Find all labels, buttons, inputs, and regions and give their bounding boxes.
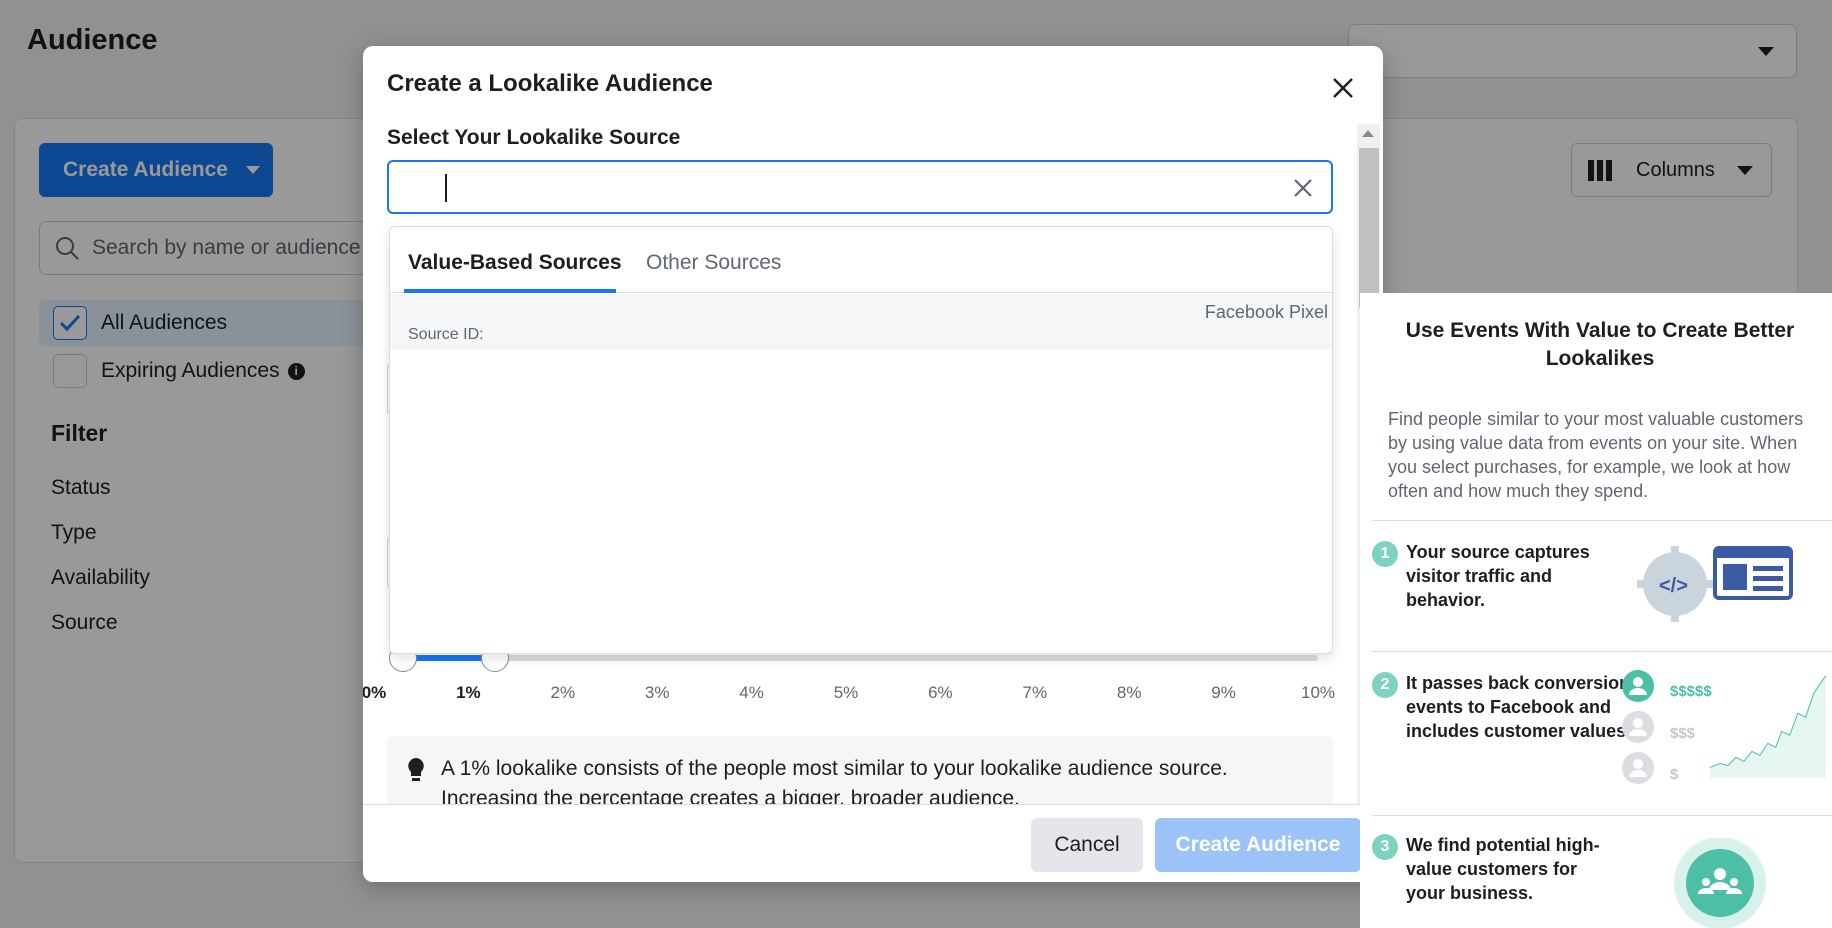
step-number-2: 2 — [1372, 672, 1398, 698]
close-icon — [1333, 78, 1353, 98]
step-text-2: It passes back conversion events to Face… — [1406, 673, 1632, 741]
source-type: Facebook Pixel — [1204, 302, 1328, 322]
tab-other-sources[interactable]: Other Sources — [646, 251, 781, 275]
step-number-3: 3 — [1372, 834, 1398, 860]
slider-tick-label: 4% — [739, 683, 764, 702]
tab-value-based-sources[interactable]: Value-Based Sources — [408, 251, 622, 275]
slider-tick-label: 8% — [1116, 683, 1142, 702]
slider-tick-label: 5% — [833, 683, 859, 702]
create-audience-submit-button[interactable]: Create Audience — [1155, 818, 1361, 872]
source-section-label: Select Your Lookalike Source — [387, 126, 681, 149]
lookalike-modal: Create a Lookalike Audience Select Your … — [363, 46, 1383, 882]
clear-input-button[interactable] — [1289, 174, 1317, 202]
step-text-1: Your source captures visitor traffic and… — [1406, 542, 1590, 610]
close-button[interactable] — [1327, 72, 1359, 104]
scroll-up-arrow-icon[interactable] — [1362, 130, 1374, 137]
lightbulb-icon — [408, 758, 424, 781]
source-option-row[interactable]: Facebook Pixel Source ID: — [390, 294, 1332, 350]
help-description: Find people similar to your most valuabl… — [1388, 409, 1804, 501]
divider — [1372, 651, 1832, 652]
customer-value-illustration-icon — [1622, 670, 1827, 784]
value-tier-mid: $$$ — [1670, 725, 1696, 742]
slider-tick-label: 0% — [363, 683, 387, 702]
slider-tick-label: 6% — [928, 683, 953, 702]
source-id-label: Source ID: — [408, 326, 484, 343]
slider-tick-label: 10% — [1300, 683, 1336, 702]
slider-tick-label: 7% — [1022, 683, 1048, 702]
modal-title: Create a Lookalike Audience — [387, 70, 713, 97]
help-title: Use Events With Value to Create Better L… — [1405, 319, 1795, 370]
active-tab-indicator — [404, 289, 616, 293]
slider-tick-label: 2% — [550, 683, 576, 702]
audience-size-slider-track[interactable] — [403, 655, 1318, 661]
slider-tick-label: 9% — [1211, 683, 1236, 702]
help-panel: Use Events With Value to Create Better L… — [1360, 293, 1832, 928]
source-input[interactable] — [387, 160, 1333, 214]
value-tier-low: $ — [1670, 766, 1679, 783]
divider — [1372, 520, 1832, 521]
scrollbar-thumb[interactable] — [1359, 148, 1379, 308]
step-number-1: 1 — [1372, 541, 1398, 567]
step-text-3: We find potential high-value customers f… — [1406, 835, 1600, 903]
slider-tick-label: 1% — [456, 683, 481, 702]
audience-group-illustration-icon — [1674, 838, 1766, 928]
source-tabs: Value-Based Sources Other Sources — [390, 227, 1332, 293]
svg-text:</>: </> — [1659, 575, 1688, 597]
pixel-code-illustration-icon: </> — [1637, 546, 1793, 622]
close-icon — [1294, 179, 1312, 197]
divider — [1372, 815, 1832, 816]
text-cursor — [445, 174, 447, 202]
cancel-button[interactable]: Cancel — [1031, 818, 1143, 872]
value-tier-high: $$$$$ — [1670, 683, 1712, 700]
source-dropdown: Value-Based Sources Other Sources Facebo… — [389, 226, 1333, 654]
slider-tick-label: 3% — [644, 683, 670, 702]
